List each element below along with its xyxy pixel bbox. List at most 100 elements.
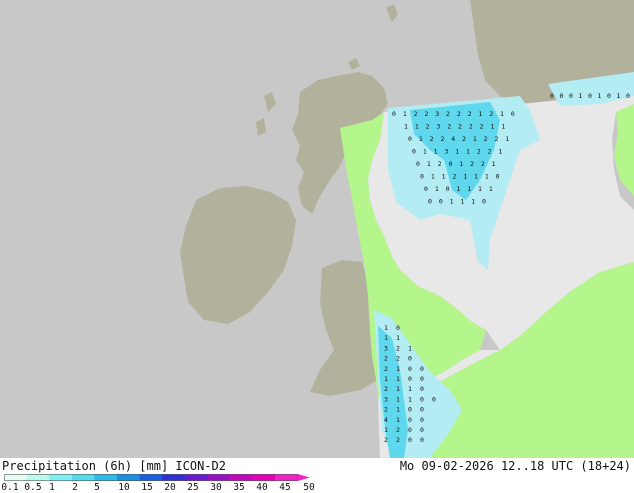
legend-tick-label: 1 — [49, 482, 55, 493]
legend-swatch — [252, 474, 276, 481]
precip-value-label: 3 — [444, 148, 448, 156]
precip-value-label: 2 — [424, 110, 428, 118]
precip-value-label: 1 — [456, 185, 460, 193]
chart-title: Precipitation (6h) [mm] ICON-D2 — [2, 459, 226, 473]
precip-value-label: 1 — [466, 148, 470, 156]
precip-value-label: 0 — [569, 92, 573, 100]
legend-tick-label: 15 — [141, 482, 153, 493]
precip-value-label: 1 — [427, 160, 431, 168]
precip-value-label: 1 — [598, 92, 602, 100]
precip-value-label: 1 — [415, 123, 419, 131]
precip-value-label: 2 — [414, 110, 418, 118]
precip-value-label: 2 — [481, 160, 485, 168]
legend-swatch — [4, 474, 27, 481]
precip-value-label: 0 — [496, 173, 500, 181]
precip-value-label: 1 — [434, 148, 438, 156]
precip-value-label: 0 — [607, 92, 611, 100]
legend-tick-label: 5 — [94, 482, 100, 493]
precip-value-label: 0 — [412, 148, 416, 156]
precip-value-label: 1 — [478, 185, 482, 193]
legend-tick-label: 2 — [72, 482, 78, 493]
precip-value-label: 0 — [432, 395, 436, 403]
precip-value-label: 0 — [420, 173, 424, 181]
legend-tick-label: 25 — [187, 482, 199, 493]
precip-value-label: 1 — [384, 375, 388, 383]
precip-value-label: 1 — [396, 375, 400, 383]
precip-value-label: 1 — [384, 334, 388, 342]
precip-value-label: 2 — [457, 110, 461, 118]
precip-value-label: 1 — [396, 385, 400, 393]
precip-value-label: 2 — [468, 110, 472, 118]
precip-value-label: 2 — [440, 135, 444, 143]
precip-value-label: 4 — [451, 135, 455, 143]
precip-value-label: 3 — [435, 110, 439, 118]
legend-swatch — [162, 474, 186, 481]
precip-value-label: 3 — [384, 395, 388, 403]
precip-value-label: 2 — [384, 355, 388, 363]
legend-swatch — [26, 474, 50, 481]
precip-value-label: 2 — [426, 123, 430, 131]
precip-value-label: 0 — [511, 110, 515, 118]
legend-swatch — [230, 474, 253, 481]
precip-value-label: 0 — [420, 436, 424, 444]
legend-swatch — [49, 474, 73, 481]
precip-value-label: 0 — [396, 324, 400, 332]
precipitation-map: 0122322212101123222211012242122101131122… — [0, 0, 634, 493]
legend-tick-label: 10 — [118, 482, 130, 493]
precip-value-label: 2 — [462, 135, 466, 143]
precip-value-label: 1 — [459, 160, 463, 168]
precip-value-label: 0 — [420, 385, 424, 393]
precip-value-label: 1 — [423, 148, 427, 156]
precip-value-label: 0 — [626, 92, 630, 100]
precip-value-label: 0 — [408, 355, 412, 363]
legend-tick-label: 35 — [233, 482, 245, 493]
legend-swatch — [184, 474, 208, 481]
legend-tick-label: 45 — [279, 482, 291, 493]
precip-value-label: 0 — [408, 135, 412, 143]
precip-value-label: 1 — [408, 385, 412, 393]
precip-value-label: 4 — [384, 416, 388, 424]
precip-value-label: 0 — [408, 416, 412, 424]
precip-value-label: 2 — [396, 436, 400, 444]
precip-value-label: 2 — [458, 123, 462, 131]
precip-value-label: 1 — [396, 416, 400, 424]
valid-time: Mo 09-02-2026 12..18 UTC (18+24) — [399, 459, 631, 473]
precip-value-label: 1 — [579, 92, 583, 100]
precip-value-label: 1 — [505, 135, 509, 143]
precip-value-label: 1 — [467, 185, 471, 193]
precip-value-label: 0 — [408, 406, 412, 414]
precip-value-label: 2 — [384, 436, 388, 444]
precip-value-label: 0 — [392, 110, 396, 118]
precip-value-label: 1 — [404, 123, 408, 131]
legend-swatch — [71, 474, 95, 481]
precip-value-label: 0 — [588, 92, 592, 100]
precip-value-label: 1 — [408, 395, 412, 403]
precip-value-label: 1 — [419, 135, 423, 143]
legend-tick-label: 50 — [303, 482, 315, 493]
precip-value-label: 0 — [408, 436, 412, 444]
precip-value-label: 2 — [446, 110, 450, 118]
precip-value-label: 1 — [384, 324, 388, 332]
precip-value-label: 1 — [396, 334, 400, 342]
precip-value-label: 2 — [396, 355, 400, 363]
precip-value-label: 1 — [396, 365, 400, 373]
precip-value-label: 1 — [617, 92, 621, 100]
precip-value-label: 1 — [500, 110, 504, 118]
legend-swatch — [94, 474, 118, 481]
map-canvas: 0 1 2 2 3 2 2 2 1 2 1 01 1 2 3 2 2 2 2 1 10 1 2 2 4 2 1 2 2 10 1 1 3 1 1 2 2… — [0, 0, 634, 458]
precip-value-label: 0 — [408, 365, 412, 373]
precip-value-label: 0 — [416, 160, 420, 168]
precip-value-label: 1 — [435, 185, 439, 193]
precip-value-label: 2 — [384, 406, 388, 414]
precip-value-label: 1 — [474, 173, 478, 181]
precip-value-label: 2 — [384, 385, 388, 393]
color-legend — [4, 474, 310, 481]
precip-value-label: 1 — [384, 426, 388, 434]
precip-value-label: 2 — [488, 148, 492, 156]
precip-value-label: 1 — [450, 198, 454, 206]
precip-value-label: 2 — [384, 365, 388, 373]
legend-tick-label: 0.1 — [1, 482, 19, 493]
precip-value-label: 0 — [446, 185, 450, 193]
precip-value-label: 1 — [396, 395, 400, 403]
precip-value-label: 2 — [469, 123, 473, 131]
